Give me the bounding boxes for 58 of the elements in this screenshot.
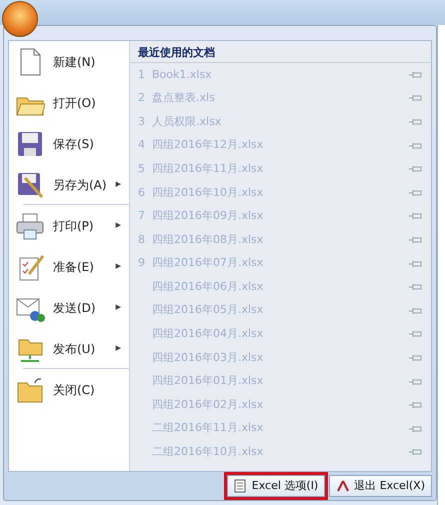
recent-file-link[interactable]: 四组2016年04月.xlsx <box>152 326 409 343</box>
recent-file-link[interactable]: 四组2016年02月.xlsx <box>152 396 409 414</box>
recent-file-link[interactable]: 二组2016年10月.xlsx <box>152 444 409 461</box>
menu-item[interactable]: 发送(D) <box>53 298 108 316</box>
pin-icon[interactable] <box>409 330 423 338</box>
menu-item[interactable]: 打印(P) <box>53 216 108 234</box>
menu-item[interactable]: 打开(O) <box>53 94 129 112</box>
menu-item[interactable]: 新建(N) <box>53 52 129 70</box>
file-number: 9 <box>138 255 146 272</box>
pin-icon[interactable] <box>409 424 423 433</box>
menu-item[interactable]: 发布(U) <box>53 340 108 358</box>
pin-icon[interactable] <box>409 212 423 220</box>
office-button[interactable] <box>2 1 38 37</box>
printer-icon <box>15 210 45 240</box>
file-number: 5 <box>138 160 146 177</box>
pin-icon[interactable] <box>409 260 423 268</box>
file-number: 2 <box>138 90 146 106</box>
pin-icon[interactable] <box>409 283 423 292</box>
pin-icon[interactable] <box>409 188 423 197</box>
file-number: 4 <box>138 137 146 154</box>
pin-icon[interactable] <box>409 94 423 102</box>
recent-file-link[interactable]: 盘点整表.xls <box>152 90 409 107</box>
recent-file-link[interactable]: 四组2016年10月.xlsx <box>152 184 409 202</box>
pin-icon[interactable] <box>409 118 423 126</box>
menu-item[interactable]: 关闭(C) <box>53 380 129 398</box>
recent-file-link[interactable]: 二组2016年11月.xlsx <box>152 420 409 437</box>
pin-icon[interactable] <box>409 378 423 386</box>
menu-button[interactable]: 退出 Excel(X) <box>329 474 432 497</box>
recent-file-link[interactable]: 四组2016年01月.xlsx <box>152 373 409 390</box>
pin-icon[interactable] <box>409 236 423 244</box>
menu-item[interactable]: 另存为(A) <box>53 176 108 194</box>
file-number: 8 <box>138 232 146 248</box>
pin-icon[interactable] <box>409 354 423 362</box>
file-number: 3 <box>138 114 146 130</box>
document-icon <box>234 478 248 493</box>
menu-item[interactable]: 保存(S) <box>53 134 129 152</box>
recent-file-link[interactable]: 四组2016年06月.xlsx <box>152 278 409 296</box>
section-title: 最近使用的文档 <box>130 41 431 63</box>
pin-icon[interactable] <box>409 70 423 79</box>
recent-file-link[interactable]: 四组2016年11月.xlsx <box>152 160 409 178</box>
recent-file-link[interactable]: 人员权限.xlsx <box>152 114 409 130</box>
menu-item[interactable]: 准备(E) <box>53 258 108 276</box>
recent-file-link[interactable]: 四组2016年12月.xlsx <box>152 137 409 154</box>
recent-file-link[interactable]: Book1.xlsx <box>152 66 409 84</box>
recent-file-link[interactable]: 四组2016年09月.xlsx <box>152 208 409 225</box>
pin-icon[interactable] <box>409 142 423 150</box>
file-number: 7 <box>138 208 146 224</box>
menu-button[interactable]: Excel 选项(I) <box>226 474 326 497</box>
pin-icon[interactable] <box>409 401 423 410</box>
pin-icon[interactable] <box>409 448 423 456</box>
recent-file-link[interactable]: 四组2016年08月.xlsx <box>152 232 409 248</box>
pin-icon[interactable] <box>409 306 423 315</box>
file-number: 6 <box>138 184 146 201</box>
recent-file-link[interactable]: 四组2016年07月.xlsx <box>152 255 409 272</box>
pin-icon[interactable] <box>409 165 423 174</box>
file-number: 1 <box>138 66 146 83</box>
recent-file-link[interactable]: 四组2016年05月.xlsx <box>152 302 409 319</box>
recent-file-link[interactable]: 四组2016年03月.xlsx <box>152 350 409 366</box>
